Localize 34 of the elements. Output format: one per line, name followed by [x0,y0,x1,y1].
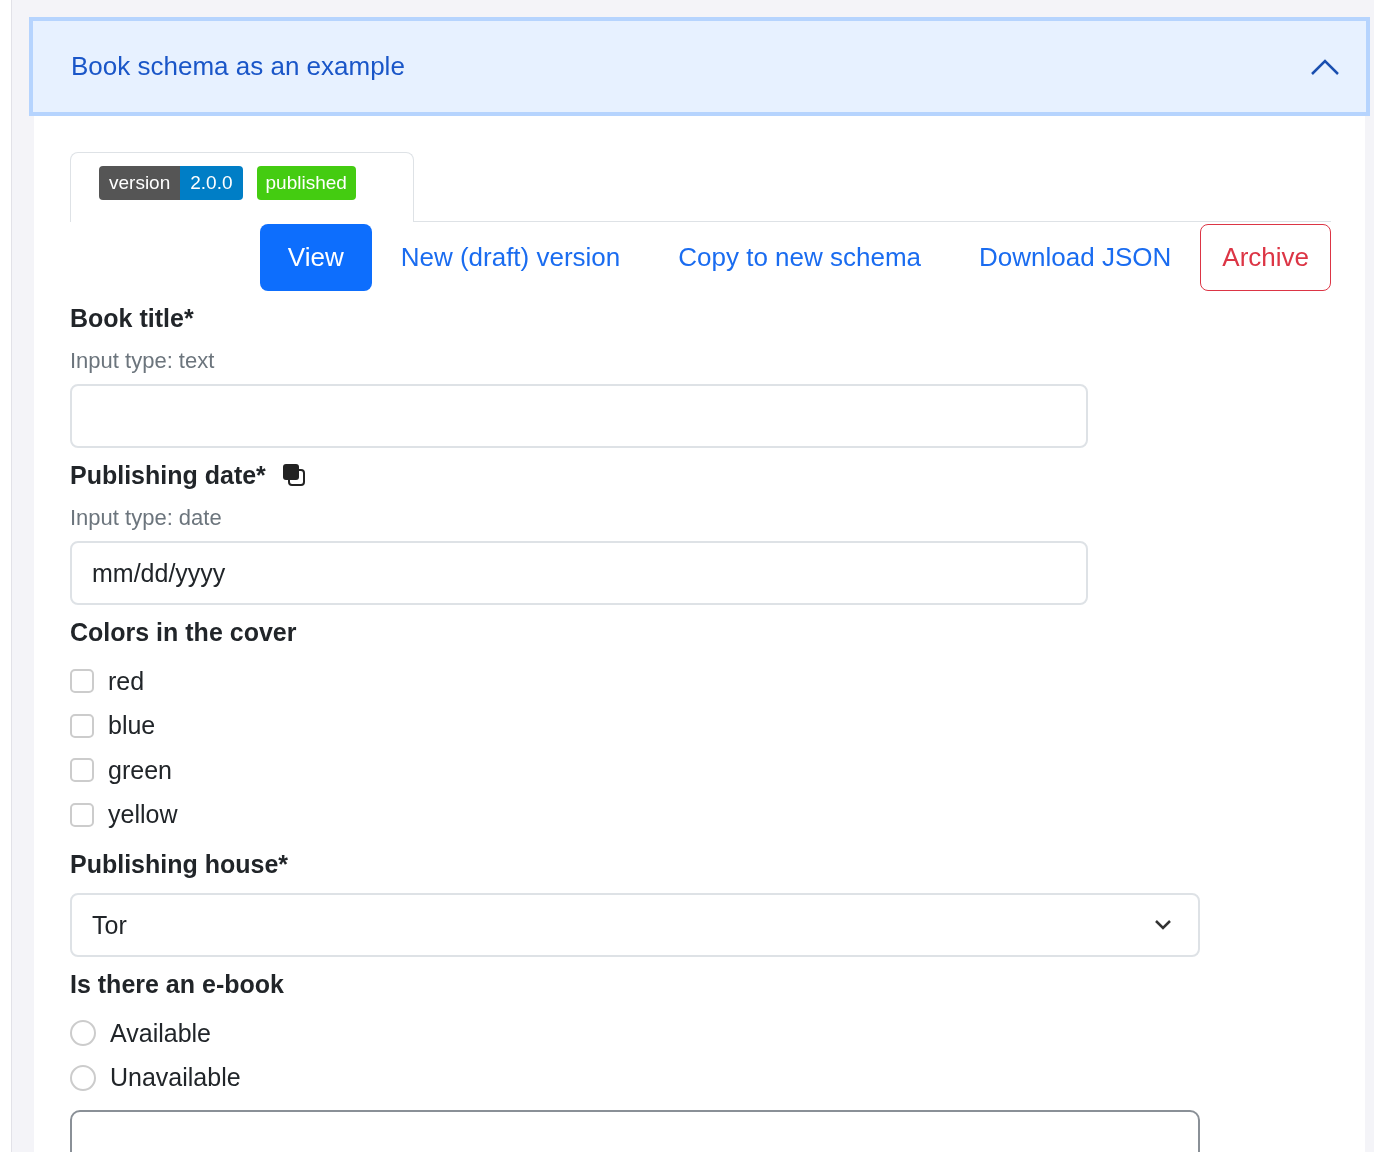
input-type-hint: Input type: text [70,348,216,374]
view-button[interactable]: View [259,224,372,291]
date-input[interactable]: mm/dd/yyyy [70,541,1088,605]
select-value: Tor [92,910,127,940]
field-label: Colors in the cover [70,617,297,647]
input-type-hint: Input type: date [70,505,223,531]
action-link[interactable]: Copy to new schema [649,224,951,291]
checkbox-label: green [108,755,172,785]
radio-button[interactable] [70,1020,96,1047]
checkbox[interactable] [70,802,94,827]
accordion-title: Book schema as an example [71,51,405,82]
field-label: Publishing date* [70,460,266,490]
checkbox[interactable] [70,669,94,694]
checkbox-label: yellow [108,800,178,830]
accordion-header[interactable]: Book schema as an example [29,17,1370,116]
checkbox[interactable] [70,758,94,783]
field-label: Publishing house* [70,849,289,879]
checkbox[interactable] [70,713,94,738]
field-label: Is there an e-book [70,969,284,999]
archive-button[interactable]: Archive [1200,224,1331,291]
checkbox-label: red [108,666,145,696]
select-dropdown[interactable]: Tor [70,893,1200,957]
chevron-down-icon [1154,919,1172,931]
chevron-up-icon [1310,57,1340,76]
action-link[interactable]: Download JSON [950,224,1201,291]
radio-label: Unavailable [110,1063,241,1093]
text-input[interactable] [70,384,1088,448]
radio-label: Available [110,1018,211,1048]
radio-button[interactable] [70,1064,96,1091]
field-label: Book title* [70,303,194,333]
tab[interactable]: version 2.0.0 published [70,152,414,222]
checkbox-label: blue [108,711,156,741]
status-badge: published [256,165,356,200]
action-link[interactable]: New (draft) version [371,224,650,291]
